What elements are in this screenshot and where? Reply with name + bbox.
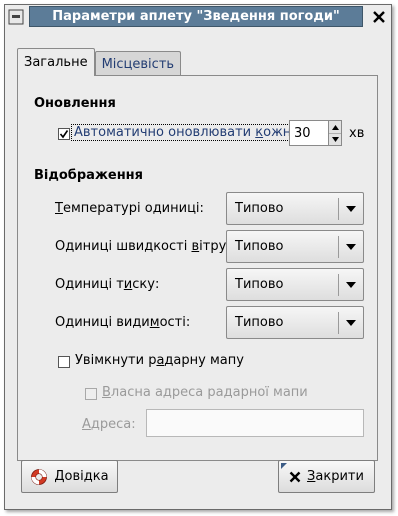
help-label-accel: Д — [54, 469, 65, 484]
address-label: Адреса: — [82, 417, 136, 432]
close-button-label: Закрити — [307, 469, 364, 484]
tab-location[interactable]: Місцевість — [94, 51, 182, 76]
lifebuoy-icon — [31, 468, 48, 485]
pressure-unit-combo[interactable]: Типово — [226, 268, 364, 301]
arrow-up-icon — [331, 124, 339, 130]
window-menu-button[interactable] — [6, 7, 26, 27]
custom-radar-label-accel: В — [102, 385, 111, 400]
help-button-label: Довідка — [54, 469, 108, 484]
auto-update-label-pre: Автоматично оновлювати — [74, 125, 256, 140]
radar-map-checkbox[interactable] — [58, 356, 70, 368]
temperature-label-accel: Т — [55, 201, 63, 216]
visibility-label-post: ості: — [159, 315, 191, 330]
wind-label-accel: в — [191, 239, 200, 254]
address-label-post: дреса: — [90, 417, 136, 432]
close-x-icon — [289, 471, 301, 482]
address-label-accel: А — [82, 417, 91, 432]
temperature-unit-value: Типово — [235, 201, 284, 216]
close-button[interactable]: Закрити — [278, 460, 375, 493]
window-close-icon — [373, 11, 385, 23]
visibility-label-pre: Одиниці види — [55, 315, 150, 330]
pressure-unit-label: Одиниці тиску: — [55, 277, 159, 292]
window-close-button[interactable] — [369, 7, 389, 27]
radar-label-post: дарну мапу — [164, 353, 244, 368]
update-interval-spinner — [329, 120, 342, 146]
titlebar: Параметри аплету "Зведення погоди" — [5, 5, 391, 29]
chevron-down-icon — [339, 243, 363, 250]
visibility-unit-label: Одиниці видимості: — [55, 315, 190, 330]
temperature-unit-combo[interactable]: Типово — [226, 192, 364, 225]
wind-speed-unit-value: Типово — [235, 239, 284, 254]
visibility-label-accel: м — [149, 315, 160, 330]
pressure-label-accel: и — [123, 277, 133, 292]
wind-speed-unit-combo[interactable]: Типово — [226, 230, 364, 263]
wind-speed-unit-label: Одиниці швидкості вітру: — [55, 239, 231, 254]
visibility-unit-value: Типово — [235, 315, 284, 330]
update-interval-unit: хв — [349, 126, 365, 141]
arrow-down-icon — [331, 136, 339, 142]
tab-location-label: Місцевість — [101, 56, 175, 72]
pressure-unit-value: Типово — [235, 277, 284, 292]
default-button-corner-icon — [281, 463, 287, 469]
radar-map-label[interactable]: Увімкнути радарну мапу — [75, 353, 244, 368]
custom-radar-url-checkbox[interactable] — [85, 388, 97, 400]
spin-down-button[interactable] — [329, 133, 341, 145]
window-title: Параметри аплету "Зведення погоди" — [52, 9, 340, 24]
visibility-unit-combo[interactable]: Типово — [226, 306, 364, 339]
preferences-window: Параметри аплету "Зведення погоди" Загал… — [4, 4, 392, 510]
checkmark-icon — [59, 130, 69, 139]
pressure-label-pre: Одиниці т — [55, 277, 124, 292]
window-menu-icon — [8, 9, 24, 25]
temperature-unit-label: Температурі одиниці: — [55, 201, 204, 216]
display-section-title: Відображення — [34, 168, 144, 183]
custom-radar-label-post: ласна адреса радарної мапи — [110, 385, 308, 400]
tab-general-label: Загальне — [24, 55, 88, 70]
help-button[interactable]: Довідка — [21, 460, 118, 493]
auto-update-checkbox[interactable] — [58, 128, 70, 140]
temperature-label-post: емпературі одиниці: — [62, 201, 204, 216]
chevron-down-icon — [339, 281, 363, 288]
update-interval-input[interactable]: 30 — [289, 120, 329, 146]
tab-general[interactable]: Загальне — [17, 48, 95, 76]
wind-label-pre: Одиниці швидкості — [55, 239, 192, 254]
chevron-down-icon — [339, 205, 363, 212]
radar-label-pre: Увімкнути р — [75, 353, 157, 368]
auto-update-label[interactable]: Автоматично оновлювати кожні — [71, 124, 298, 141]
help-label-post: овідка — [64, 469, 109, 484]
chevron-down-icon — [339, 319, 363, 326]
tab-bar: Загальне Місцевість — [17, 48, 182, 76]
update-section-title: Оновлення — [34, 96, 116, 111]
auto-update-label-accel: к — [255, 125, 264, 140]
radar-address-input[interactable] — [146, 409, 364, 437]
custom-radar-url-label[interactable]: Власна адреса радарної мапи — [102, 385, 308, 400]
pressure-label-post: ску: — [132, 277, 160, 292]
titlebar-title-area[interactable]: Параметри аплету "Зведення погоди" — [29, 6, 363, 27]
general-tab-panel: Оновлення Автоматично оновлювати кожні 3… — [17, 75, 378, 461]
update-interval-value: 30 — [294, 125, 311, 141]
close-label-post: акрити — [315, 469, 364, 484]
